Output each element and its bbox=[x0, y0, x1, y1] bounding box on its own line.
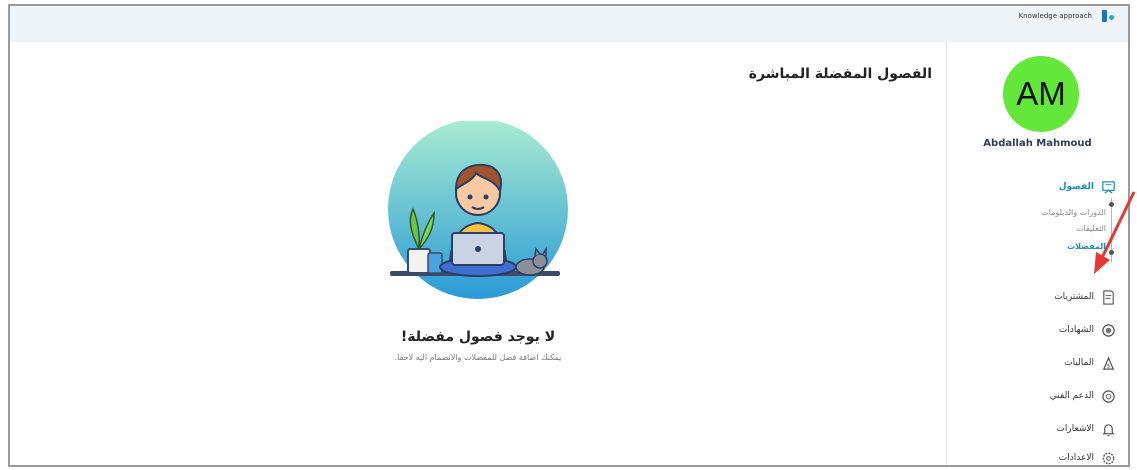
empty-state-subtitle: يمكنك اضافة فصل للمفضلات والانضمام اليه … bbox=[394, 353, 562, 362]
settings-icon bbox=[1100, 450, 1116, 465]
sidebar-item-label: الماليات bbox=[1064, 358, 1094, 368]
sidebar-item-label: الاشعارات bbox=[1056, 424, 1094, 434]
svg-text:$: $ bbox=[1106, 363, 1110, 369]
bell-icon bbox=[1100, 421, 1116, 437]
sidebar-item-label: الفصول bbox=[1058, 182, 1094, 192]
certificate-icon bbox=[1100, 322, 1116, 338]
page-title: الفصول المفضلة المباشرة bbox=[748, 66, 932, 82]
brand[interactable]: Knowledge approach bbox=[1019, 8, 1116, 24]
sidebar-item-financials[interactable]: $ الماليات bbox=[1064, 355, 1116, 371]
brand-name: Knowledge approach bbox=[1018, 12, 1092, 20]
empty-state-title: لا يوجد فصول مفضلة! bbox=[400, 329, 556, 345]
sidebar-item-notifications[interactable]: الاشعارات bbox=[1056, 421, 1116, 437]
receipt-icon bbox=[1100, 289, 1116, 305]
sidebar-item-settings[interactable]: الاعدادات bbox=[1058, 450, 1116, 465]
logo-icon bbox=[1100, 8, 1116, 24]
annotation-arrow bbox=[1094, 191, 1136, 274]
sidebar-item-label: الدعم الفني bbox=[1049, 391, 1094, 401]
sidebar-item-label: الشهادات bbox=[1058, 325, 1094, 335]
support-icon bbox=[1100, 388, 1116, 404]
top-bar: Knowledge approach bbox=[10, 6, 1128, 42]
empty-state-illustration bbox=[380, 119, 576, 311]
avatar[interactable]: AM bbox=[1003, 56, 1079, 132]
app-window: Knowledge approach AM Abdallah Mahmoud ا… bbox=[8, 4, 1130, 467]
user-name: Abdallah Mahmoud bbox=[983, 138, 1092, 149]
sidebar-item-label: المشتريات bbox=[1054, 292, 1094, 302]
money-bag-icon: $ bbox=[1100, 355, 1116, 371]
sidebar-item-support[interactable]: الدعم الفني bbox=[1050, 388, 1116, 404]
sidebar-item-purchases[interactable]: المشتريات bbox=[1054, 289, 1116, 305]
sidebar-item-certificates[interactable]: الشهادات bbox=[1059, 322, 1116, 338]
sidebar-item-label: الاعدادات bbox=[1058, 453, 1094, 463]
